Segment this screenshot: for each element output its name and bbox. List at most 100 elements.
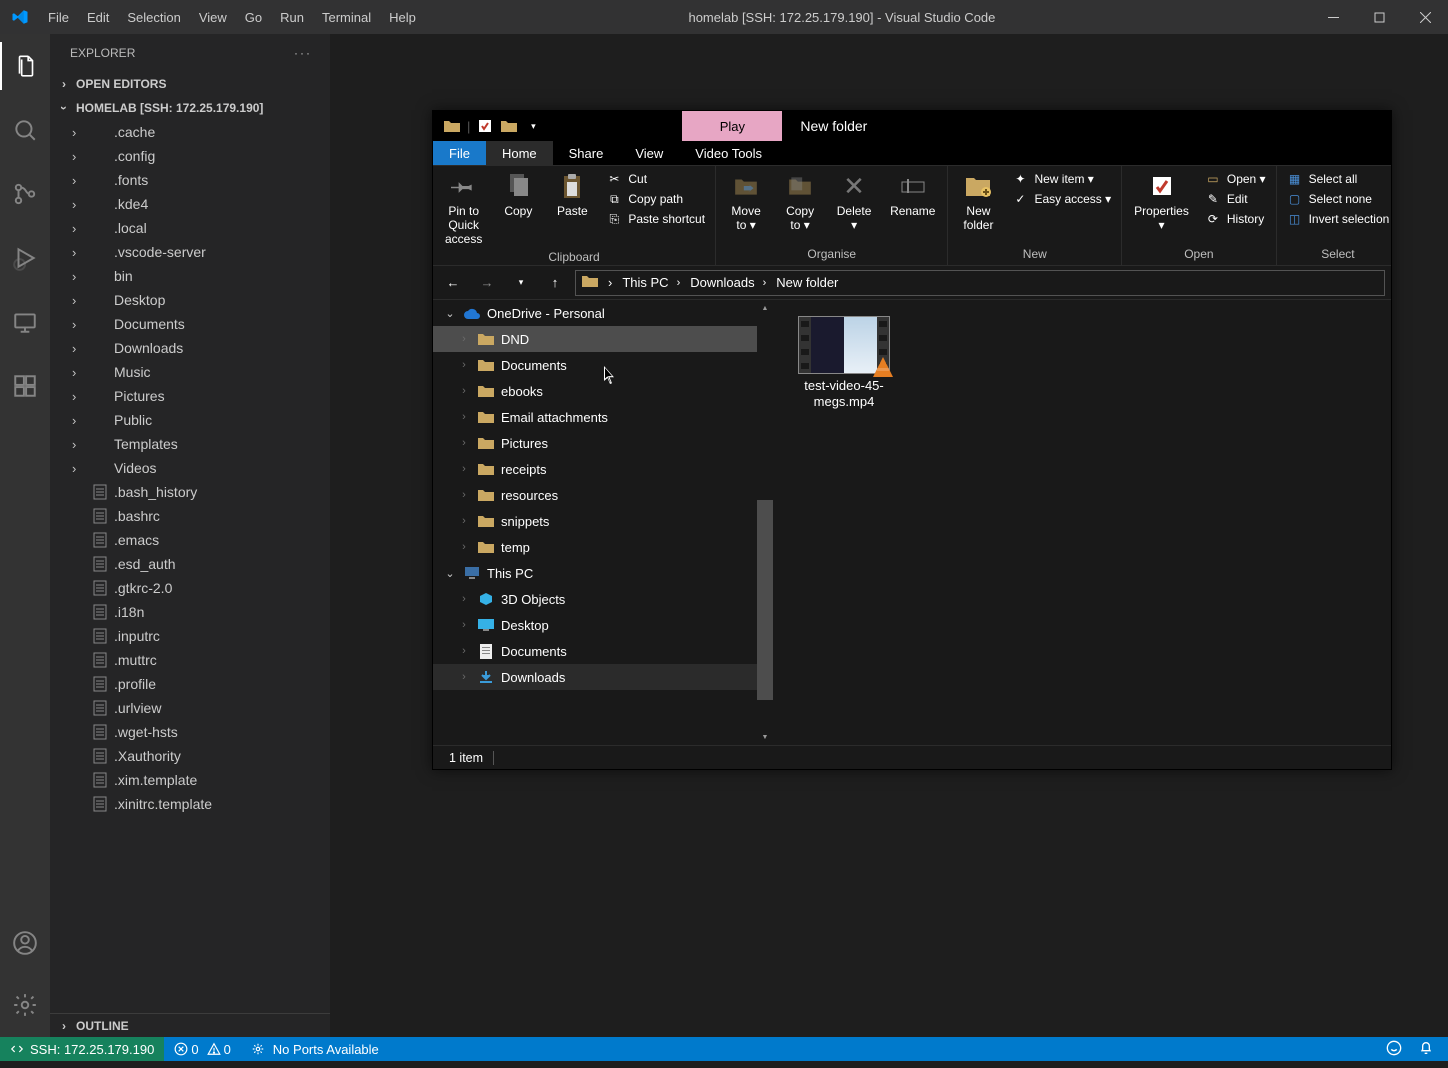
new-item-button[interactable]: ✦New item ▾ [1008,170,1115,188]
status-ports[interactable]: No Ports Available [241,1042,389,1057]
folder-qat-icon[interactable] [500,117,518,135]
tree-item[interactable]: .emacs [50,528,330,552]
tree-item[interactable]: ›Templates [50,432,330,456]
outline-section[interactable]: › OUTLINE [50,1013,330,1037]
ribbon-tab-video-tools[interactable]: Video Tools [679,141,778,165]
properties-qat-icon[interactable] [476,117,494,135]
scroll-up-icon[interactable]: ▲ [757,300,773,316]
minimize-button[interactable] [1310,0,1356,34]
settings-gear-icon[interactable] [0,981,50,1029]
tree-item[interactable]: .xinitrc.template [50,792,330,816]
content-pane[interactable]: test-video-45-megs.mp4 [773,300,1391,745]
breadcrumb-new-folder[interactable]: New folder [776,275,838,290]
extensions-icon[interactable] [0,362,50,410]
nav-item[interactable]: ›ebooks [433,378,773,404]
tree-item[interactable]: ›.fonts [50,168,330,192]
paste-button[interactable]: Paste [548,168,596,220]
tree-item[interactable]: .i18n [50,600,330,624]
edit-button[interactable]: ✎Edit [1201,190,1270,208]
tree-item[interactable]: .esd_auth [50,552,330,576]
ribbon-tab-view[interactable]: View [619,141,679,165]
source-control-icon[interactable] [0,170,50,218]
tree-item[interactable]: ›.vscode-server [50,240,330,264]
nav-item[interactable]: ⌄This PC [433,560,773,586]
select-all-button[interactable]: ▦Select all [1283,170,1394,188]
address-bar[interactable]: › This PC› Downloads› New folder [575,270,1385,296]
tree-item[interactable]: ›.kde4 [50,192,330,216]
menu-go[interactable]: Go [237,4,270,31]
tree-item[interactable]: ›Music [50,360,330,384]
tree-item[interactable]: .inputrc [50,624,330,648]
nav-item[interactable]: ›snippets [433,508,773,534]
nav-item[interactable]: ›Desktop [433,612,773,638]
select-none-button[interactable]: ▢Select none [1283,190,1394,208]
nav-forward-button[interactable]: → [473,269,501,297]
menu-selection[interactable]: Selection [119,4,188,31]
menu-run[interactable]: Run [272,4,312,31]
tree-item[interactable]: .Xauthority [50,744,330,768]
nav-item[interactable]: ›DND [433,326,773,352]
scroll-down-icon[interactable]: ▼ [757,729,773,745]
nav-item[interactable]: ›3D Objects [433,586,773,612]
invert-selection-button[interactable]: ◫Invert selection [1283,210,1394,228]
menu-view[interactable]: View [191,4,235,31]
menu-edit[interactable]: Edit [79,4,117,31]
cut-button[interactable]: ✂Cut [602,170,709,188]
open-button[interactable]: ▭Open ▾ [1201,170,1270,188]
paste-shortcut-button[interactable]: ⎘Paste shortcut [602,210,709,228]
ribbon-tab-file[interactable]: File [433,141,486,165]
move-to-button[interactable]: Move to ▾ [722,168,770,234]
qat-dropdown-icon[interactable]: ▾ [524,117,542,135]
copy-button[interactable]: Copy [494,168,542,220]
tree-item[interactable]: .bashrc [50,504,330,528]
nav-item[interactable]: ›resources [433,482,773,508]
tree-item[interactable]: .urlview [50,696,330,720]
delete-button[interactable]: ✕Delete ▾ [830,168,878,234]
tree-item[interactable]: ›Documents [50,312,330,336]
tree-item[interactable]: .xim.template [50,768,330,792]
status-problems[interactable]: 0 0 [164,1042,240,1057]
menu-terminal[interactable]: Terminal [314,4,379,31]
accounts-icon[interactable] [0,919,50,967]
feedback-icon[interactable] [1386,1040,1402,1059]
status-remote[interactable]: SSH: 172.25.179.190 [0,1037,164,1061]
open-editors-section[interactable]: › OPEN EDITORS [50,72,330,96]
copy-path-button[interactable]: ⧉Copy path [602,190,709,208]
tree-item[interactable]: .profile [50,672,330,696]
menu-help[interactable]: Help [381,4,424,31]
menu-file[interactable]: File [40,4,77,31]
easy-access-button[interactable]: ✓Easy access ▾ [1008,190,1115,208]
tree-item[interactable]: .wget-hsts [50,720,330,744]
rename-button[interactable]: Rename [884,168,941,220]
nav-item[interactable]: ›receipts [433,456,773,482]
nav-back-button[interactable]: ← [439,269,467,297]
nav-item[interactable]: ›Email attachments [433,404,773,430]
search-view-icon[interactable] [0,106,50,154]
tree-item[interactable]: ›Downloads [50,336,330,360]
remote-explorer-icon[interactable] [0,298,50,346]
media-context-tab[interactable]: Play [682,111,782,141]
explorer-view-icon[interactable] [0,42,50,90]
tree-item[interactable]: ›Desktop [50,288,330,312]
nav-up-button[interactable]: ↑ [541,269,569,297]
nav-recent-dropdown[interactable]: ▾ [507,269,535,297]
history-button[interactable]: ⟳History [1201,210,1270,228]
tree-item[interactable]: ›Pictures [50,384,330,408]
tree-item[interactable]: .gtkrc-2.0 [50,576,330,600]
tree-item[interactable]: ›.local [50,216,330,240]
nav-scrollbar[interactable]: ▲ ▼ [757,300,773,745]
breadcrumb-downloads[interactable]: Downloads› [690,275,766,290]
nav-item[interactable]: ›Documents [433,352,773,378]
nav-item[interactable]: ›Downloads [433,664,773,690]
pin-to-quick-access-button[interactable]: Pin to Quick access [439,168,488,248]
breadcrumb-this-pc[interactable]: This PC› [622,275,680,290]
tree-item[interactable]: .bash_history [50,480,330,504]
tree-item[interactable]: ›bin [50,264,330,288]
tree-item[interactable]: ›.config [50,144,330,168]
more-actions-icon[interactable]: ··· [294,46,312,60]
nav-item[interactable]: ›Pictures [433,430,773,456]
bell-icon[interactable] [1418,1040,1434,1059]
tree-item[interactable]: ›Videos [50,456,330,480]
ribbon-tab-home[interactable]: Home [486,141,553,165]
nav-item[interactable]: ⌄OneDrive - Personal [433,300,773,326]
